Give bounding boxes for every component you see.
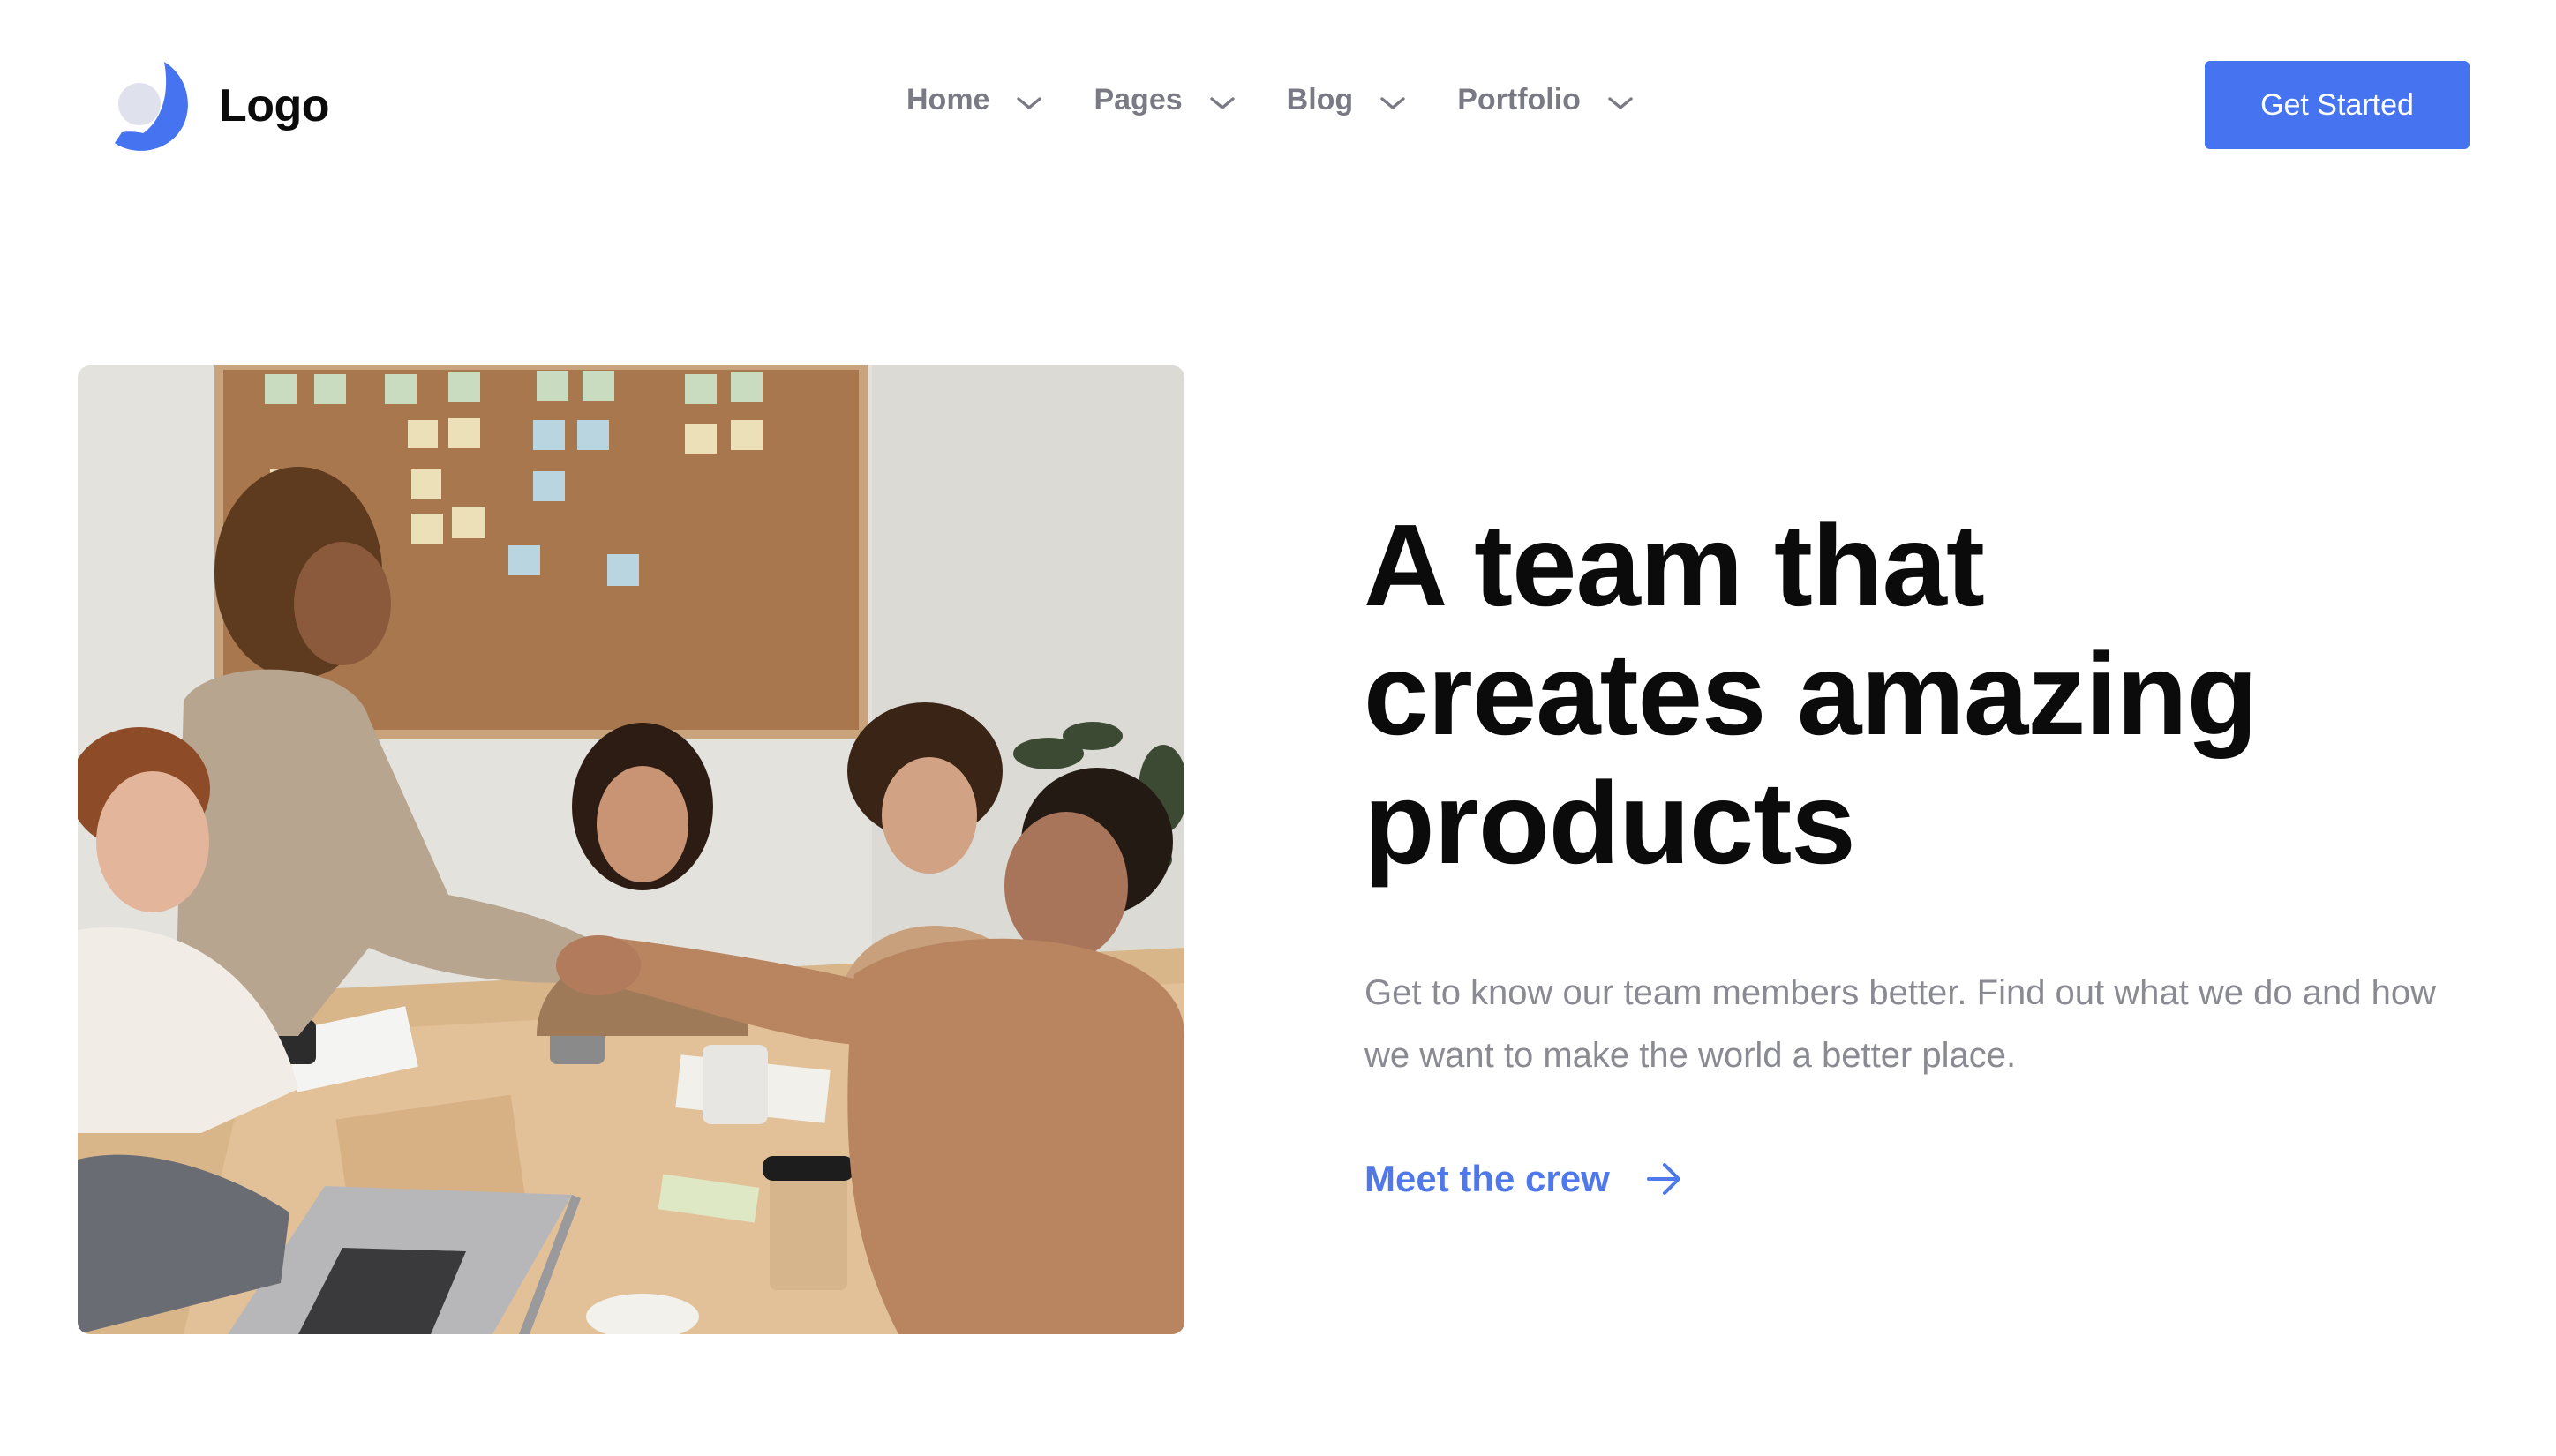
- chevron-down-icon: [1017, 96, 1042, 109]
- landing-page: Logo Home Pages Blog Portfolio Get Start…: [0, 0, 2556, 1456]
- chevron-down-icon: [1380, 96, 1405, 109]
- logo[interactable]: Logo: [115, 60, 330, 152]
- main-nav: Home Pages Blog Portfolio: [906, 83, 1634, 117]
- logo-text: Logo: [219, 80, 330, 131]
- hero-title-line: products: [1364, 758, 1856, 888]
- hero-title-line: creates amazing: [1364, 629, 2258, 759]
- nav-item-home[interactable]: Home: [906, 83, 1042, 117]
- nav-item-label: Portfolio: [1457, 83, 1581, 116]
- get-started-button[interactable]: Get Started: [2205, 61, 2470, 149]
- hero-team-photo: [78, 365, 1184, 1334]
- nav-item-blog[interactable]: Blog: [1287, 83, 1407, 117]
- hero-description: Get to know our team members better. Fin…: [1364, 973, 2436, 1075]
- nav-item-pages[interactable]: Pages: [1094, 83, 1235, 117]
- nav-item-label: Pages: [1094, 83, 1183, 116]
- chevron-down-icon: [1209, 96, 1235, 109]
- nav-item-label: Blog: [1286, 83, 1354, 116]
- arrow-right-icon: [1646, 1163, 1680, 1195]
- meet-the-crew-label: Meet the crew: [1364, 1158, 1610, 1199]
- chevron-down-icon: [1608, 96, 1633, 109]
- meet-the-crew-link[interactable]: Meet the crew: [1364, 1158, 1684, 1200]
- hero-title-line: A team that: [1364, 500, 1985, 630]
- nav-item-portfolio[interactable]: Portfolio: [1457, 83, 1634, 117]
- hero-title: A team that creates amazing products: [1364, 501, 2379, 888]
- crescent-logo-icon: [115, 62, 188, 151]
- nav-item-label: Home: [906, 83, 990, 116]
